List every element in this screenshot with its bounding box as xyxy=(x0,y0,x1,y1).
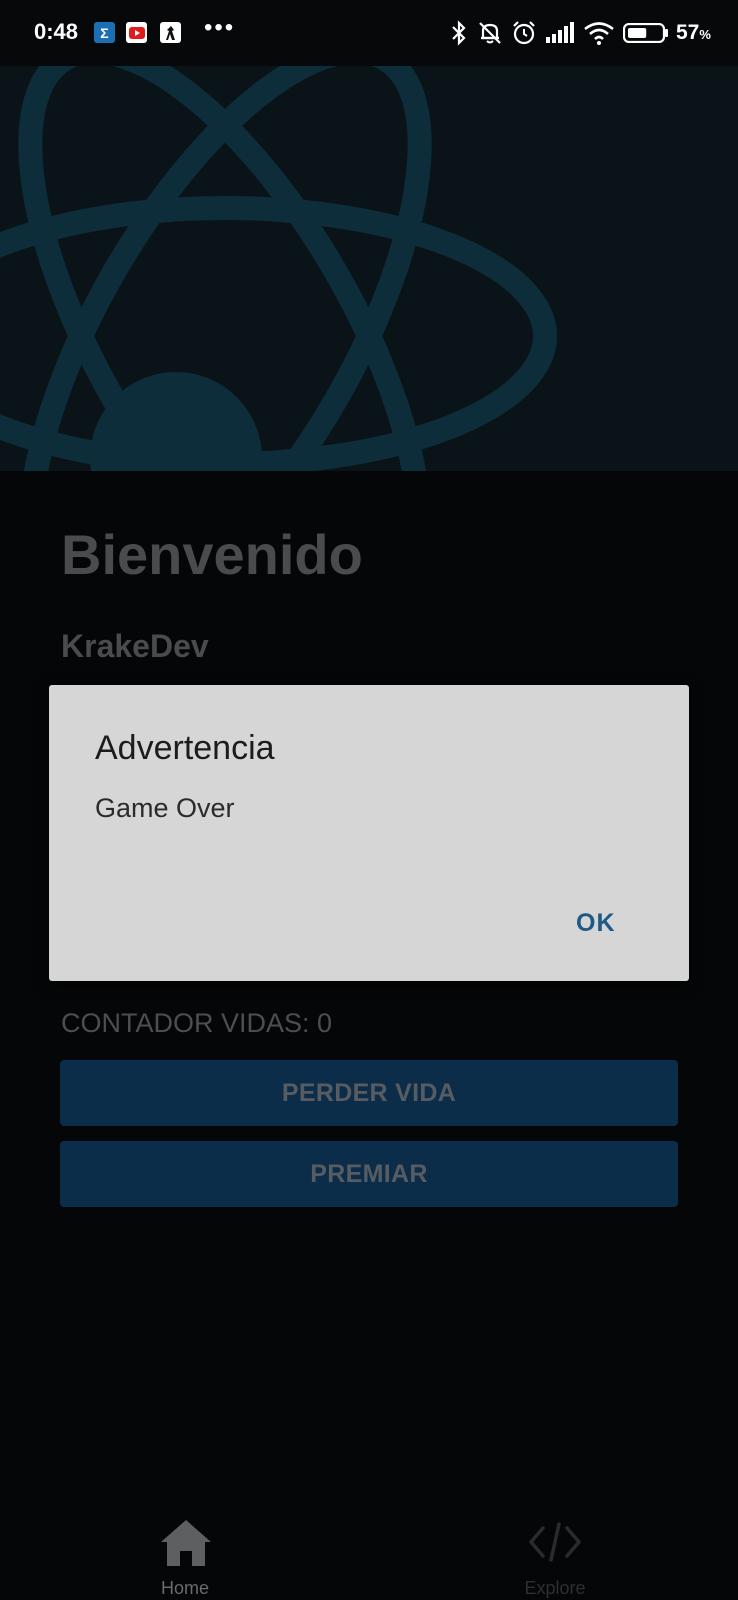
status-time: 0:48 xyxy=(34,19,79,44)
battery-percent: 57% xyxy=(676,21,711,44)
more-notifications-icon: ••• xyxy=(204,14,236,41)
lose-life-button[interactable]: PERDER VIDA xyxy=(60,1060,678,1126)
header-image xyxy=(0,66,738,471)
status-bar: 0:48 Σ ••• 57% xyxy=(0,0,738,66)
app-screen: 0:48 Σ ••• 57% Bienvenido KrakeDev CONTA… xyxy=(0,0,738,1600)
dialog-ok-button[interactable]: OK xyxy=(566,903,626,944)
dialog-message: Game Over xyxy=(95,793,235,823)
alarm-icon xyxy=(511,20,537,51)
battery-icon xyxy=(622,22,669,48)
dialog-title: Advertencia xyxy=(95,729,275,767)
youtube-icon xyxy=(126,22,147,43)
react-atom-logo-icon xyxy=(0,66,557,471)
lives-counter: CONTADOR VIDAS: 0 xyxy=(61,1008,333,1038)
page-subtitle: KrakeDev xyxy=(61,628,209,664)
tab-explore[interactable]: Explore xyxy=(455,1500,655,1600)
app-icon xyxy=(160,22,181,43)
alert-dialog: Advertencia Game Over OK xyxy=(49,685,689,981)
tab-home[interactable]: Home xyxy=(85,1500,285,1600)
wifi-icon xyxy=(583,21,615,50)
page-title: Bienvenido xyxy=(61,523,363,586)
home-icon xyxy=(161,1520,211,1566)
bell-off-icon xyxy=(477,20,503,51)
signal-icon xyxy=(545,22,575,49)
tab-explore-label: Explore xyxy=(524,1578,586,1598)
sigma-app-icon: Σ xyxy=(94,22,115,43)
code-icon xyxy=(529,1522,581,1562)
reward-button[interactable]: PREMIAR xyxy=(60,1141,678,1207)
bluetooth-icon xyxy=(449,20,469,51)
bottom-tab-bar: Home Explore xyxy=(0,1500,738,1600)
tab-home-label: Home xyxy=(160,1578,209,1598)
